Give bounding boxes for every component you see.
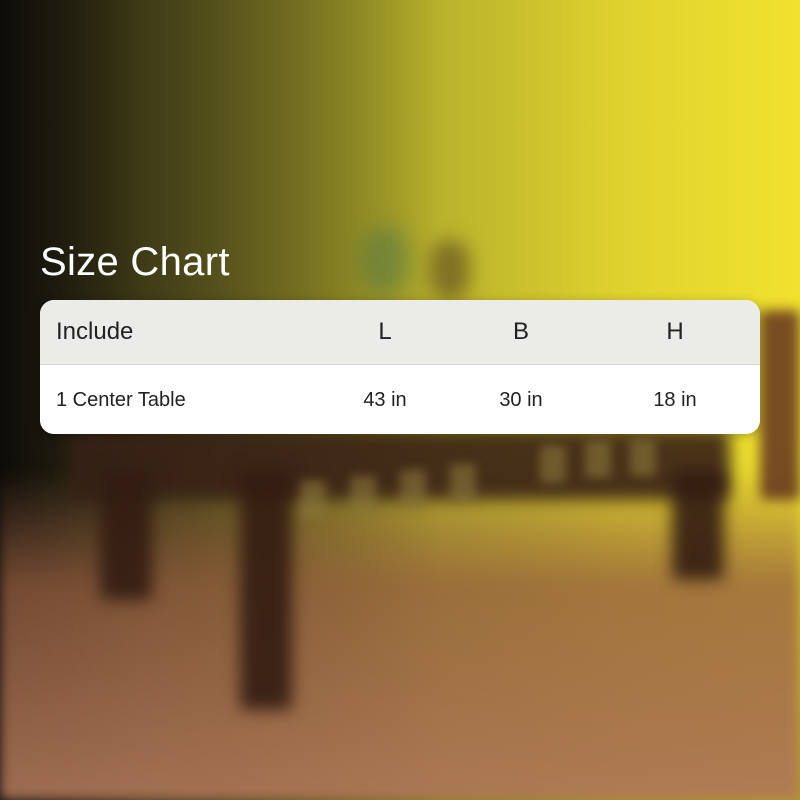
cell-include: 1 Center Table (56, 388, 186, 411)
background-table-slot (350, 476, 376, 514)
page-title: Size Chart (40, 240, 230, 284)
cell-length: 43 in (363, 388, 407, 411)
background-table-leg (240, 470, 292, 710)
background-table-slot (300, 480, 326, 518)
background-table-slot (585, 440, 611, 478)
header-include: Include (56, 318, 134, 345)
background-table-leg (672, 470, 724, 580)
cell-breadth: 30 in (499, 388, 543, 411)
cell-height: 18 in (653, 388, 697, 411)
background-plant (360, 225, 410, 295)
table-header-row: Include L B H (40, 300, 760, 365)
background-table-slot (630, 438, 656, 476)
header-breadth: B (512, 318, 529, 345)
size-chart-table: Include L B H 1 Center Table 43 in 30 in… (40, 300, 760, 434)
background-table-slot (540, 445, 566, 483)
background-table-leg (100, 470, 152, 600)
header-height: H (666, 318, 684, 345)
background-furniture (760, 310, 800, 500)
background-table-slot (400, 470, 426, 508)
background-decor (430, 240, 470, 300)
header-length: L (378, 318, 392, 345)
background-table-slot (450, 464, 476, 502)
table-row: 1 Center Table 43 in 30 in 18 in (40, 365, 760, 434)
